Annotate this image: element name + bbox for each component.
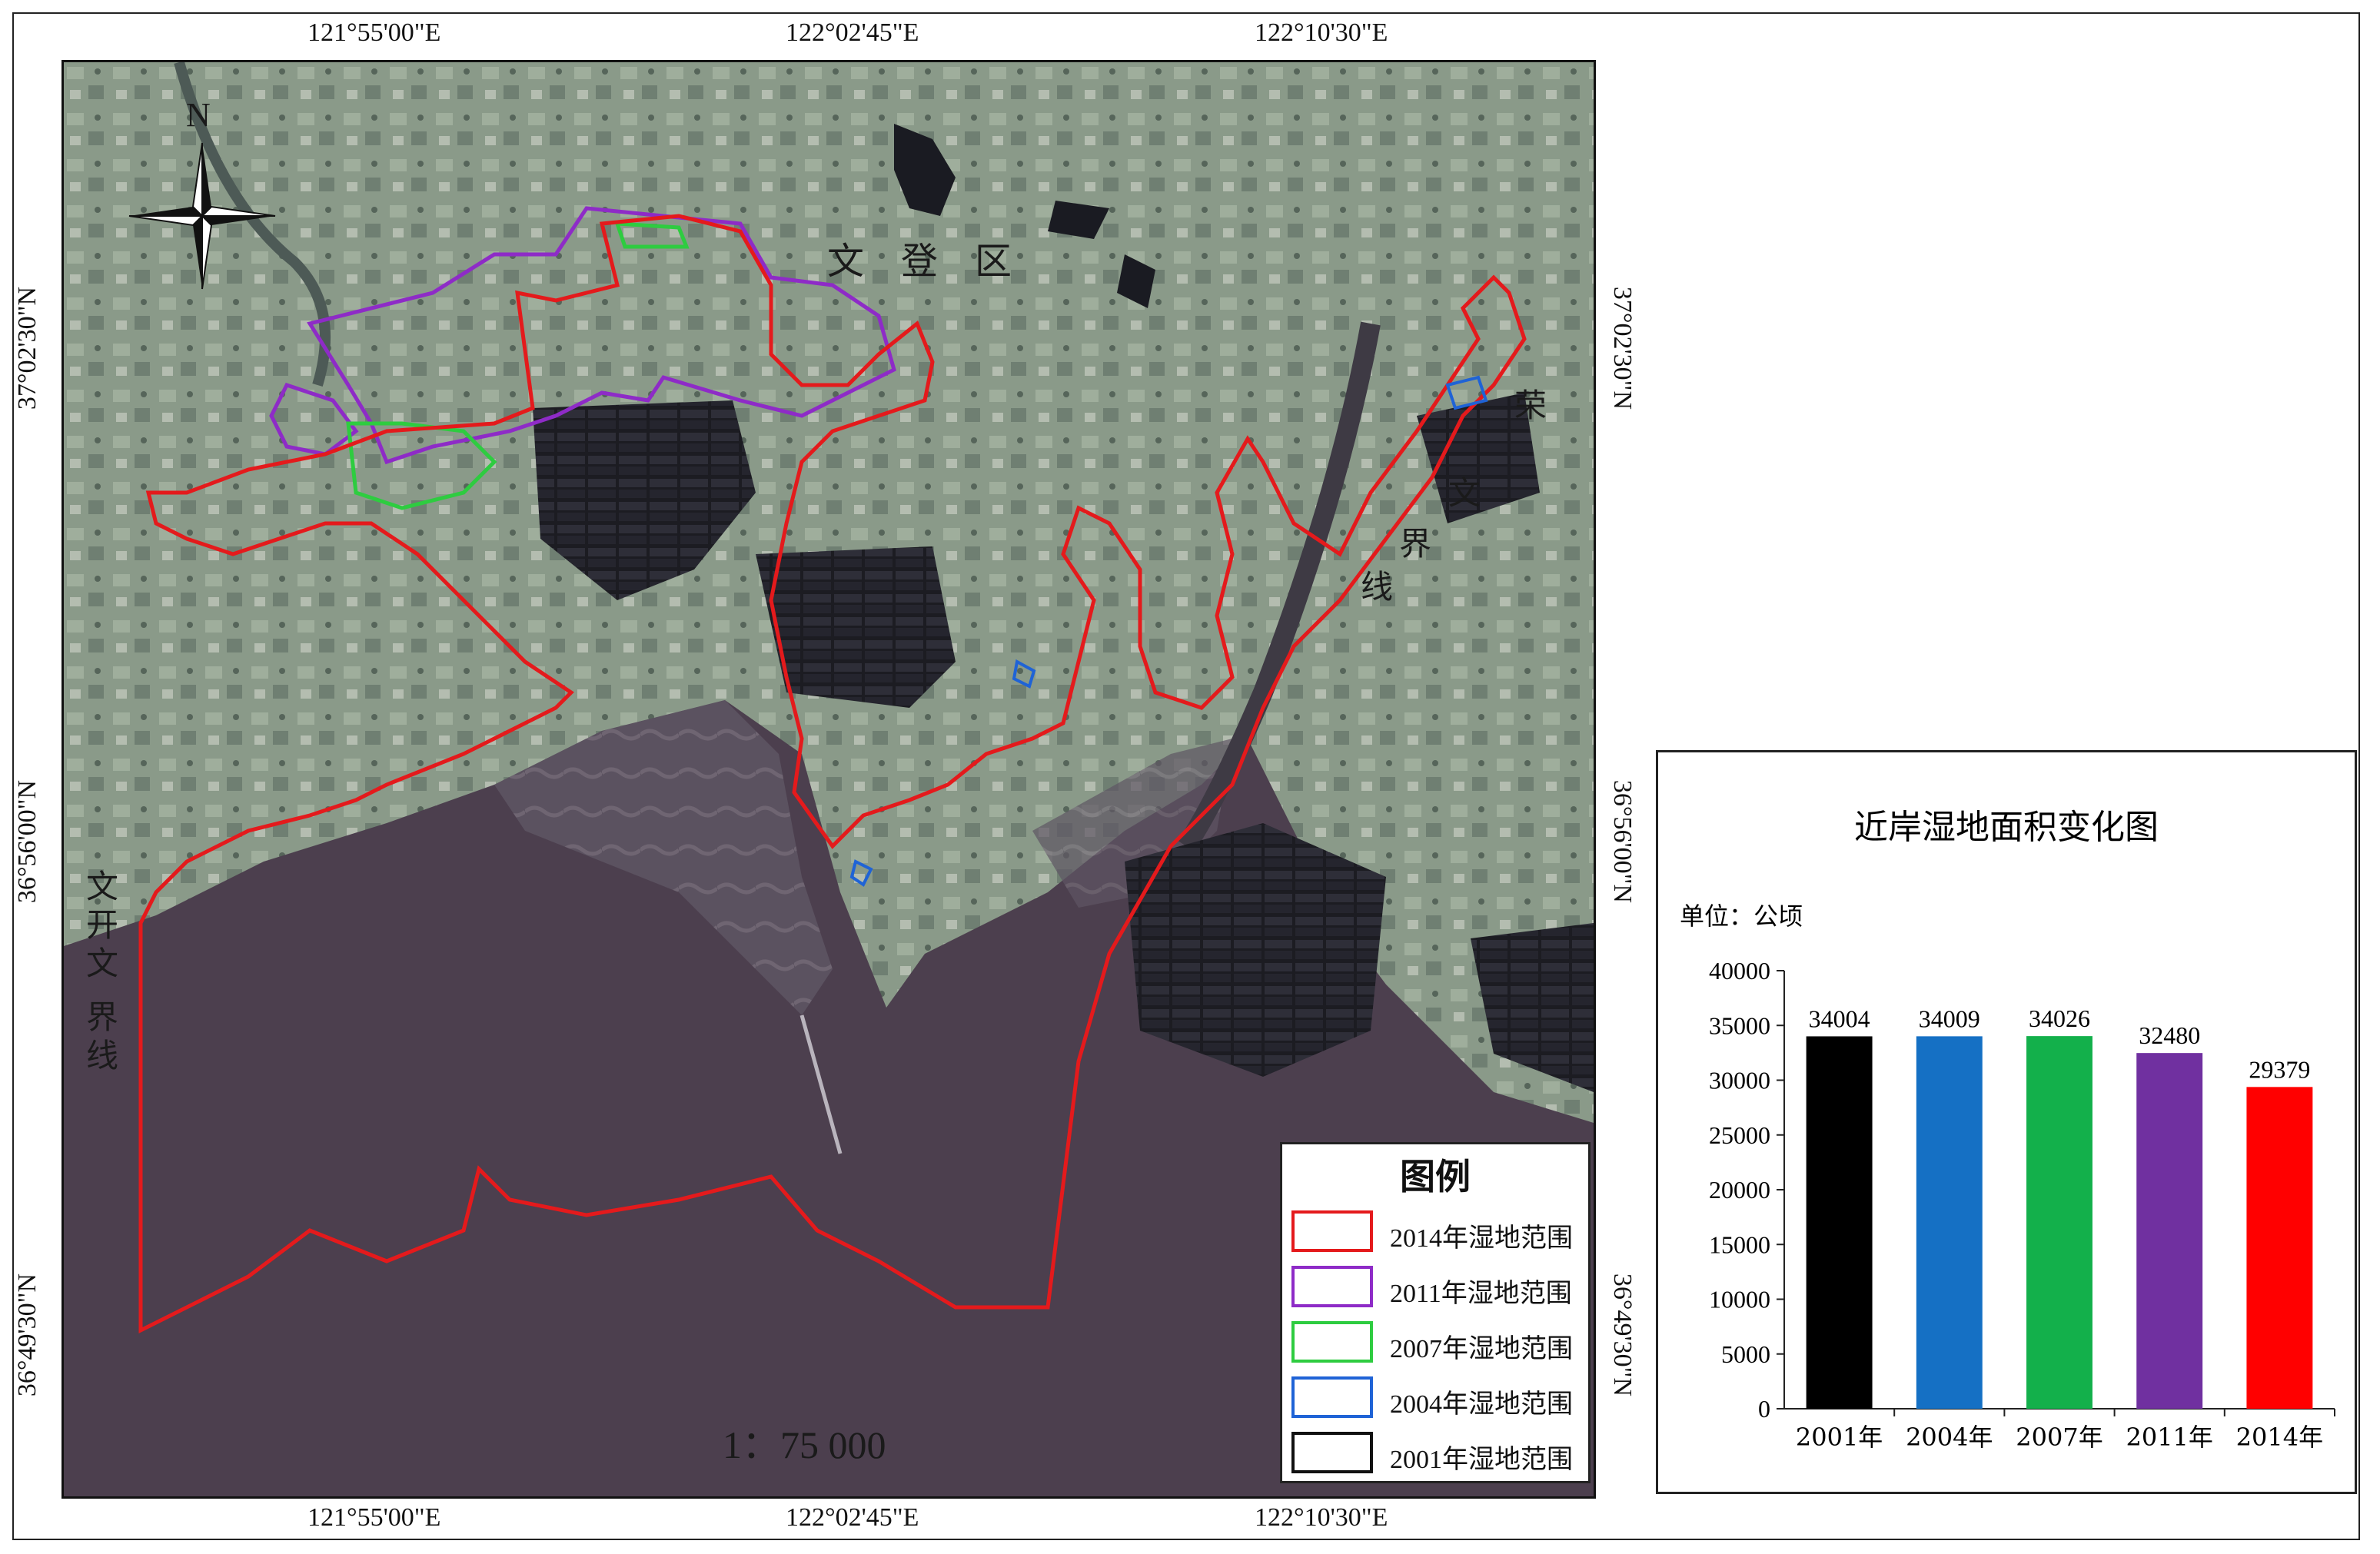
y-tick-label: 30000 <box>1709 1067 1770 1094</box>
chart-canvas: 近岸湿地面积变化图 单位：公顷 0 5000 10000 15000 20000 2500… <box>1680 808 2335 1452</box>
border-label-left-3: 文 <box>86 945 119 982</box>
coord-right-3: 36°49'30"N <box>1608 1273 1637 1397</box>
bar-2001年 <box>1806 1036 1873 1409</box>
legend-item-2007: 2007年湿地范围 <box>1291 1318 1584 1367</box>
border-label-right-4: 线 <box>1361 568 1394 606</box>
aquaculture-ponds <box>756 546 956 708</box>
coord-right-2: 36°56'00"N <box>1608 779 1637 904</box>
legend-item-2014: 2014年湿地范围 <box>1291 1207 1584 1257</box>
legend-swatch-2004 <box>1291 1376 1373 1418</box>
coord-top-3: 122°10'30"E <box>1255 18 1388 47</box>
legend-label-2001: 2001年湿地范围 <box>1390 1446 1573 1474</box>
coord-top-2: 122°02'45"E <box>786 18 919 47</box>
border-label-left-5: 线 <box>86 1037 119 1074</box>
y-tick-label: 35000 <box>1709 1011 1770 1039</box>
x-tick-label: 2014年 <box>2236 1423 2323 1452</box>
bar-2014年 <box>2246 1087 2313 1409</box>
y-tick-label: 25000 <box>1709 1121 1770 1149</box>
legend-item-2001: 2001年湿地范围 <box>1291 1429 1584 1478</box>
legend-label-2014: 2014年湿地范围 <box>1390 1224 1573 1253</box>
border-label-right-3: 界 <box>1399 525 1432 563</box>
legend-item-2011: 2011年湿地范围 <box>1291 1263 1584 1312</box>
y-tick-label: 20000 <box>1709 1176 1770 1204</box>
bar-value-label: 34009 <box>1919 1004 1980 1032</box>
coord-bottom-2: 122°02'45"E <box>786 1503 919 1532</box>
wetland-area-chart: 近岸湿地面积变化图 单位：公顷 0 5000 10000 15000 20000 2500… <box>1656 750 2357 1494</box>
x-tick-label: 2004年 <box>1906 1423 1993 1452</box>
bar-2011年 <box>2136 1053 2203 1409</box>
north-label: N <box>186 96 211 134</box>
chart-unit-label: 单位：公顷 <box>1680 902 1803 931</box>
x-tick-label: 2011年 <box>2126 1423 2212 1452</box>
legend-label-2011: 2011年湿地范围 <box>1390 1280 1572 1308</box>
border-label-right-1: 荣 <box>1514 387 1547 424</box>
chart-title: 近岸湿地面积变化图 <box>1854 808 2159 847</box>
coord-bottom-1: 121°55'00"E <box>307 1503 441 1532</box>
chart-bars: 34004 34009 34026 32480 29379 <box>1806 1004 2313 1409</box>
y-tick-label: 10000 <box>1709 1286 1770 1313</box>
y-tick-label: 0 <box>1758 1395 1770 1423</box>
x-tick-label: 2007年 <box>2016 1423 2102 1452</box>
bar-value-label: 32480 <box>2139 1021 2200 1049</box>
bar-2004年 <box>1916 1036 1983 1409</box>
y-tick-label: 5000 <box>1721 1340 1770 1368</box>
legend-item-2004: 2004年湿地范围 <box>1291 1373 1584 1423</box>
coord-top-1: 121°55'00"E <box>307 18 441 47</box>
legend-label-2007: 2007年湿地范围 <box>1390 1335 1573 1363</box>
coord-left-2: 36°56'00"N <box>13 779 42 904</box>
legend-swatch-2014 <box>1291 1210 1373 1252</box>
bar-2007年 <box>2026 1036 2092 1409</box>
y-tick-label: 40000 <box>1709 957 1770 985</box>
region-label-wendeng: 文 登 区 <box>827 240 1012 283</box>
legend-swatch-2001 <box>1291 1432 1373 1473</box>
coord-left-1: 37°02'30"N <box>13 286 42 410</box>
y-tick-label: 15000 <box>1709 1230 1770 1258</box>
map-scale: 1：75 000 <box>723 1423 886 1466</box>
coord-right-1: 37°02'30"N <box>1608 286 1637 410</box>
legend-swatch-2011 <box>1291 1266 1373 1307</box>
legend-swatch-2007 <box>1291 1321 1373 1363</box>
bar-value-label: 34004 <box>1809 1004 1870 1032</box>
legend-title: 图例 <box>1400 1156 1471 1197</box>
map-legend: 图例 2014年湿地范围 2011年湿地范围 2007年湿地范围 2004年湿地… <box>1280 1142 1591 1483</box>
bar-value-label: 29379 <box>2249 1055 2310 1083</box>
bar-value-label: 34026 <box>2029 1004 2090 1032</box>
coord-left-3: 36°49'30"N <box>13 1273 42 1397</box>
legend-label-2004: 2004年湿地范围 <box>1390 1390 1573 1419</box>
x-tick-label: 2001年 <box>1796 1423 1883 1452</box>
border-label-right-2: 文 <box>1448 474 1481 512</box>
chart-axes: 0 5000 10000 15000 20000 25000 30000 35000 40000… <box>1709 957 2335 1452</box>
coord-bottom-3: 122°10'30"E <box>1255 1503 1388 1532</box>
